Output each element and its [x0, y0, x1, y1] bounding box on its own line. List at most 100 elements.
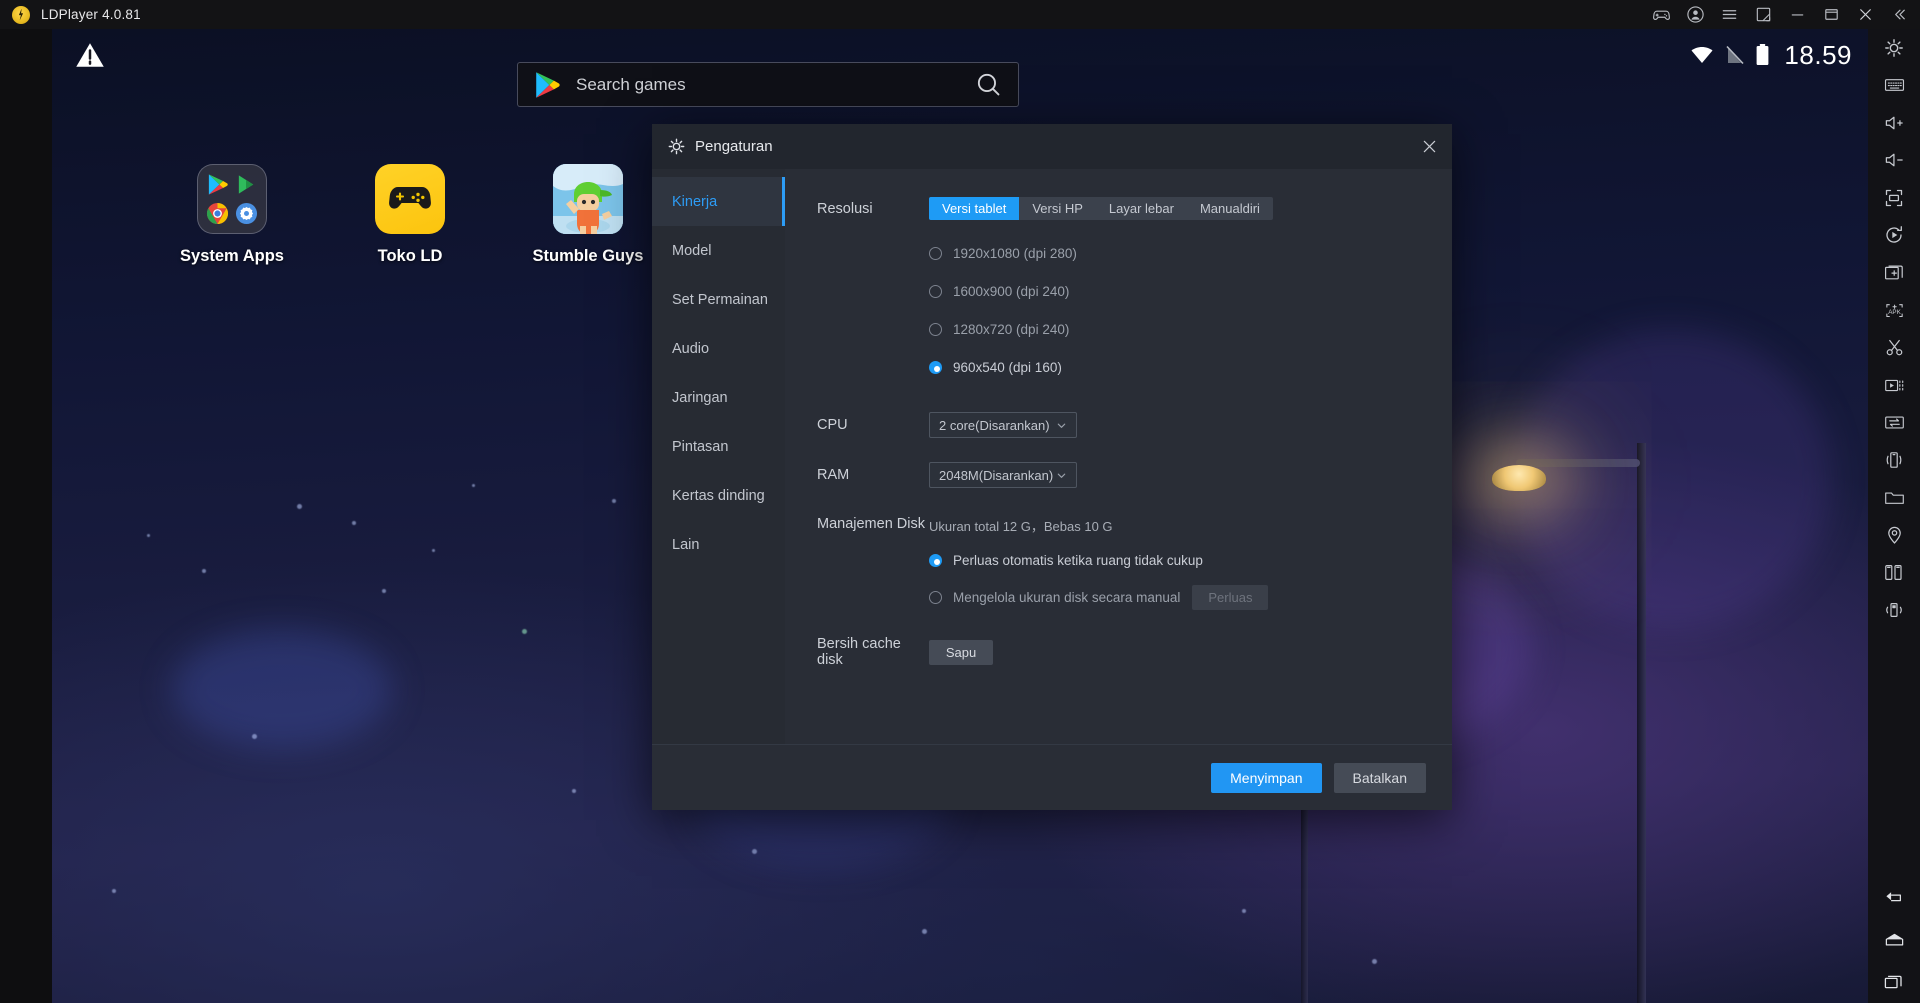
- resolution-tab-manualdiri[interactable]: Manualdiri: [1187, 197, 1273, 220]
- close-icon[interactable]: [1848, 0, 1882, 29]
- titlebar-controls: [1644, 0, 1920, 29]
- app-icon-toko-ld[interactable]: Toko LD: [330, 164, 490, 266]
- app-icon-system-apps[interactable]: System Apps: [152, 164, 312, 266]
- radio-indicator: [929, 591, 942, 604]
- svg-text:APK: APK: [1888, 309, 1901, 316]
- location-icon[interactable]: [1868, 517, 1920, 555]
- cpu-select[interactable]: 2 core(Disarankan): [929, 412, 1077, 438]
- sidebar-item-label: Set Permainan: [672, 291, 768, 308]
- cancel-button[interactable]: Batalkan: [1333, 762, 1426, 793]
- right-toolbar: APK: [1868, 29, 1920, 1003]
- settings-gear-icon[interactable]: [1868, 29, 1920, 67]
- account-icon[interactable]: [1678, 0, 1712, 29]
- ram-label: RAM: [817, 467, 850, 483]
- resolution-tab-versi-tablet[interactable]: Versi tablet: [929, 197, 1020, 220]
- volume-up-icon[interactable]: [1868, 104, 1920, 142]
- volume-down-icon[interactable]: [1868, 142, 1920, 180]
- gamepad-icon[interactable]: [1644, 0, 1678, 29]
- nav-home-icon[interactable]: [1868, 919, 1920, 961]
- install-apk-icon[interactable]: APK: [1868, 292, 1920, 330]
- city-light: [612, 499, 616, 503]
- emulator-screen[interactable]: 18.59 Search games System Apps Toko LD S…: [52, 29, 1868, 1003]
- resolution-option-960x540[interactable]: 960x540 (dpi 160): [929, 355, 1452, 380]
- dialog-header: Pengaturan: [652, 124, 1452, 169]
- android-statusbar: 18.59: [1689, 35, 1852, 75]
- radio-label: 960x540 (dpi 160): [953, 360, 1062, 375]
- resolution-option-1600x900[interactable]: 1600x900 (dpi 240): [929, 279, 1452, 304]
- chevron-down-icon: [1057, 423, 1066, 428]
- collapse-icon[interactable]: [1882, 0, 1916, 29]
- add-window-icon[interactable]: [1868, 254, 1920, 292]
- city-light: [752, 849, 757, 854]
- dialog-footer: Menyimpan Batalkan: [652, 744, 1452, 810]
- shake-icon[interactable]: [1868, 442, 1920, 480]
- disk-option-auto-expand[interactable]: Perluas otomatis ketika ruang tidak cuku…: [929, 548, 1452, 573]
- city-light: [202, 569, 206, 573]
- maximize-icon[interactable]: [1814, 0, 1848, 29]
- sidebar-item-jaringan[interactable]: Jaringan: [652, 373, 785, 422]
- cache-label: Bersih cache disk: [817, 636, 901, 668]
- ram-row: RAM 2048M(Disarankan): [817, 462, 1452, 488]
- sidebar-item-set-permainan[interactable]: Set Permainan: [652, 275, 785, 324]
- radio-indicator: [929, 361, 942, 374]
- sidebar-item-audio[interactable]: Audio: [652, 324, 785, 373]
- city-light: [472, 484, 475, 487]
- warning-icon[interactable]: [70, 35, 110, 75]
- street-lamp-light: [1492, 465, 1546, 491]
- city-light: [297, 504, 302, 509]
- sidebar-item-kertas-dinding[interactable]: Kertas dinding: [652, 471, 785, 520]
- multi-instance-icon[interactable]: [1868, 554, 1920, 592]
- search-icon[interactable]: [975, 71, 1002, 98]
- search-games-bar[interactable]: Search games: [517, 62, 1019, 107]
- google-play-icon: [536, 71, 560, 98]
- ram-select[interactable]: 2048M(Disarankan): [929, 462, 1077, 488]
- resize-icon[interactable]: [1746, 0, 1780, 29]
- sidebar-item-model[interactable]: Model: [652, 226, 785, 275]
- street-lamp-post: [1637, 443, 1646, 1003]
- city-light: [432, 549, 435, 552]
- cpu-row: CPU 2 core(Disarankan): [817, 412, 1452, 438]
- sidebar-item-lain[interactable]: Lain: [652, 520, 785, 569]
- dialog-body: Kinerja Model Set Permainan Audio Jaring…: [652, 169, 1452, 744]
- rotate-icon[interactable]: [1868, 217, 1920, 255]
- ram-value: 2048M(Disarankan): [939, 467, 1054, 483]
- resolution-tab-layar-lebar[interactable]: Layar lebar: [1096, 197, 1187, 220]
- folder-icon[interactable]: [1868, 479, 1920, 517]
- transfer-icon[interactable]: [1868, 404, 1920, 442]
- minimize-icon[interactable]: [1780, 0, 1814, 29]
- radio-label: Perluas otomatis ketika ruang tidak cuku…: [953, 553, 1203, 568]
- fullscreen-icon[interactable]: [1868, 179, 1920, 217]
- gear-icon: [668, 138, 685, 155]
- radio-indicator: [929, 285, 942, 298]
- city-light: [1242, 909, 1246, 913]
- sidebar-item-pintasan[interactable]: Pintasan: [652, 422, 785, 471]
- vibrate-icon[interactable]: [1868, 592, 1920, 630]
- cpu-value: 2 core(Disarankan): [939, 417, 1050, 433]
- resolution-tabs: Versi tablet Versi HP Layar lebar Manual…: [929, 197, 1273, 220]
- cache-sweep-button[interactable]: Sapu: [929, 639, 993, 665]
- scissors-icon[interactable]: [1868, 329, 1920, 367]
- nav-recents-icon[interactable]: [1868, 961, 1920, 1003]
- resolution-option-1280x720[interactable]: 1280x720 (dpi 240): [929, 317, 1452, 342]
- radio-label: 1920x1080 (dpi 280): [953, 246, 1077, 261]
- disk-option-manual[interactable]: Mengelola ukuran disk secara manual Perl…: [929, 585, 1452, 610]
- nav-back-icon[interactable]: [1868, 877, 1920, 919]
- city-light: [522, 629, 527, 634]
- sidebar-item-label: Jaringan: [672, 389, 728, 406]
- resolution-label: Resolusi: [817, 201, 873, 217]
- app-icon-stumble-guys[interactable]: Stumble Guys: [508, 164, 668, 266]
- disk-expand-button[interactable]: Perluas: [1192, 585, 1269, 610]
- resolution-option-1920x1080[interactable]: 1920x1080 (dpi 280): [929, 241, 1452, 266]
- radio-label: 1600x900 (dpi 240): [953, 284, 1070, 299]
- radio-label: Mengelola ukuran disk secara manual: [953, 590, 1181, 605]
- record-video-icon[interactable]: [1868, 367, 1920, 405]
- save-button[interactable]: Menyimpan: [1211, 762, 1322, 793]
- city-light: [922, 929, 927, 934]
- keyboard-icon[interactable]: [1868, 67, 1920, 105]
- resolution-tab-versi-hp[interactable]: Versi HP: [1019, 197, 1096, 220]
- disk-info: Ukuran total 12 G，Bebas 10 G: [929, 519, 1113, 534]
- sidebar-item-kinerja[interactable]: Kinerja: [652, 177, 785, 226]
- menu-icon[interactable]: [1712, 0, 1746, 29]
- dialog-close-button[interactable]: [1406, 124, 1452, 169]
- cache-row: Bersih cache disk Sapu: [817, 636, 1452, 668]
